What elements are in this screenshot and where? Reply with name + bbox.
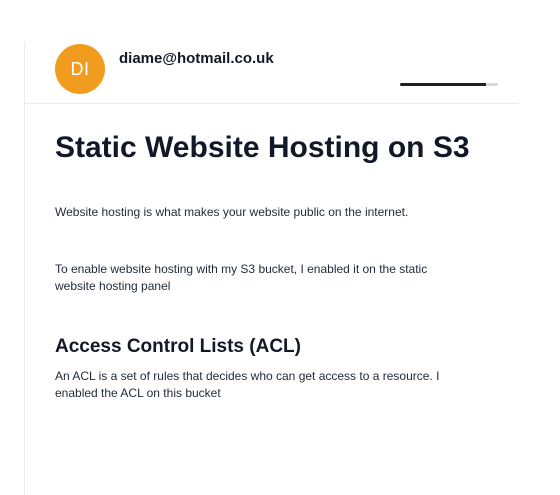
- section-heading: Access Control Lists (ACL): [55, 336, 301, 357]
- article-content: Static Website Hosting on S3 Website hos…: [55, 130, 485, 400]
- article-page: DI diame@hotmail.co.uk Static Website Ho…: [24, 42, 519, 495]
- page-title: Static Website Hosting on S3: [55, 131, 470, 164]
- reading-progress-fill: [400, 83, 487, 86]
- user-email: diame@hotmail.co.uk: [119, 50, 274, 67]
- page-header: DI diame@hotmail.co.uk: [25, 42, 519, 104]
- avatar[interactable]: DI: [55, 44, 105, 94]
- paragraph: An ACL is a set of rules that decides wh…: [55, 369, 440, 400]
- paragraph: Website hosting is what makes your websi…: [55, 205, 409, 219]
- paragraph: To enable website hosting with my S3 buc…: [55, 262, 428, 293]
- reading-progress-bar: [400, 83, 498, 86]
